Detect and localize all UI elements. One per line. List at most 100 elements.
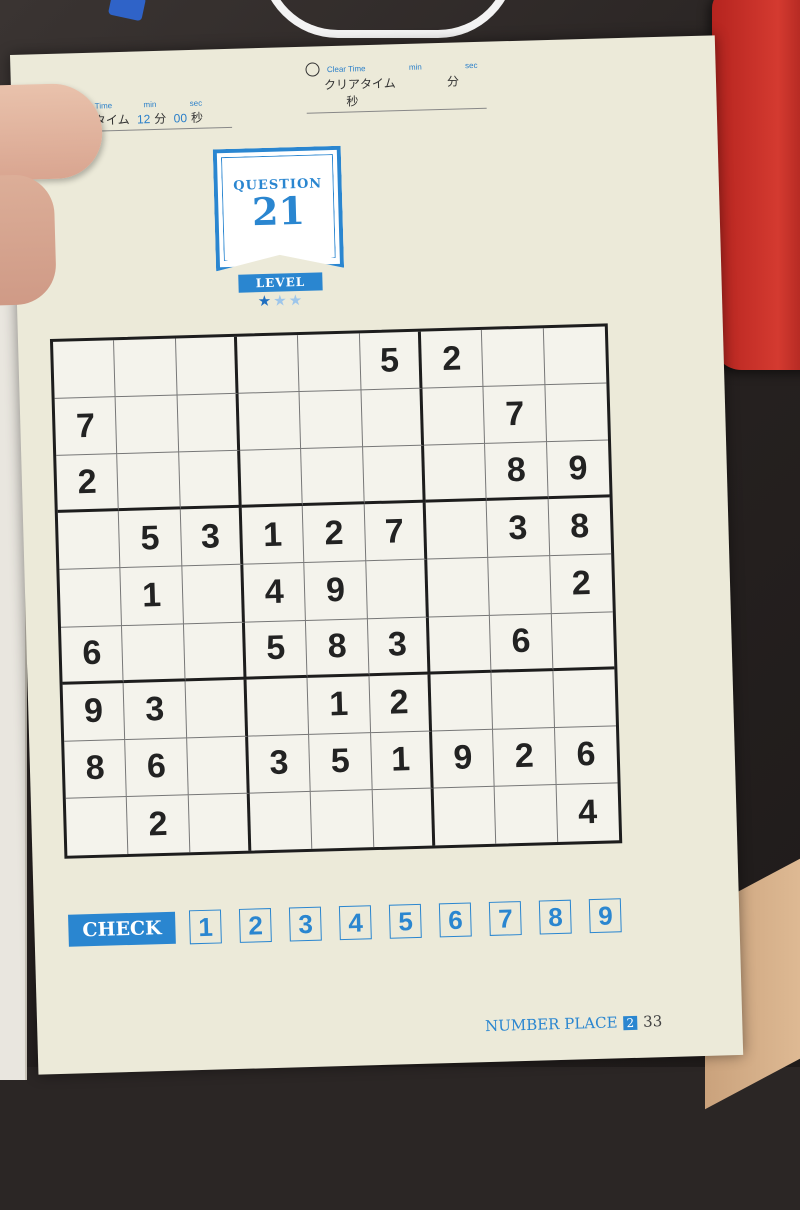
- grid-cell-r2c4[interactable]: [238, 392, 302, 451]
- grid-cell-r3c8: 8: [485, 442, 549, 502]
- grid-cell-r5c3[interactable]: [182, 565, 245, 624]
- check-box-1[interactable]: 1: [189, 909, 223, 945]
- grid-cell-r9c5[interactable]: [311, 790, 374, 849]
- stopwatch-icon: [305, 62, 320, 77]
- grid-cell-r9c1[interactable]: [65, 796, 129, 856]
- grid-cell-r6c6: 3: [367, 617, 431, 676]
- grid-cell-r2c8: 7: [483, 385, 547, 445]
- grid-cell-r2c7[interactable]: [422, 387, 486, 446]
- grid-cell-r1c5[interactable]: [298, 333, 362, 393]
- grid-cell-r9c6[interactable]: [372, 788, 436, 848]
- grid-cell-r6c2[interactable]: [122, 623, 186, 683]
- grid-cell-r1c8[interactable]: [482, 328, 546, 388]
- grid-cell-r7c1: 9: [62, 682, 126, 742]
- grid-cell-r3c7[interactable]: [424, 444, 487, 503]
- grid-cell-r4c8: 3: [486, 499, 550, 559]
- check-box-4[interactable]: 4: [339, 905, 373, 941]
- grid-cell-r4c6: 7: [364, 502, 428, 562]
- grid-cell-r1c3[interactable]: [175, 336, 239, 396]
- grid-cell-r3c2[interactable]: [117, 452, 181, 512]
- star-empty-icon: ★: [273, 292, 289, 310]
- grid-cell-r7c8[interactable]: [491, 670, 555, 730]
- grid-cell-r7c4[interactable]: [246, 677, 310, 737]
- grid-cell-r2c5[interactable]: [299, 390, 363, 450]
- check-box-6[interactable]: 6: [439, 902, 472, 938]
- check-box-8[interactable]: 8: [539, 899, 572, 935]
- grid-cell-r8c4: 3: [248, 734, 312, 794]
- grid-cell-r3c4[interactable]: [240, 449, 304, 509]
- grid-cell-r8c7: 9: [432, 729, 495, 789]
- grid-cell-r4c9: 8: [548, 497, 612, 557]
- grid-cell-r7c9[interactable]: [553, 669, 616, 728]
- star-filled-icon: ★: [257, 292, 274, 311]
- target-time-min-unit-jp: 分: [154, 111, 167, 126]
- grid-cell-r6c4: 5: [244, 620, 308, 680]
- check-box-7[interactable]: 7: [489, 901, 522, 936]
- grid-cell-r8c3[interactable]: [186, 736, 250, 796]
- grid-cell-r3c6[interactable]: [362, 445, 426, 505]
- clear-time-label-jp: クリアタイム: [323, 76, 396, 93]
- grid-cell-r2c2[interactable]: [115, 395, 179, 455]
- check-box-9[interactable]: 9: [588, 898, 622, 934]
- grid-cell-r5c7[interactable]: [427, 558, 491, 618]
- grid-cell-r6c3[interactable]: [183, 622, 247, 682]
- grid-cell-r2c1: 7: [54, 397, 118, 457]
- grid-cell-r5c6[interactable]: [365, 559, 429, 619]
- volume-badge: 2: [623, 1015, 638, 1031]
- grid-cell-r9c3[interactable]: [188, 793, 252, 853]
- puzzle-page: get Time min sec 標タイム 12 分 00 秒 Clear Time…: [0, 35, 744, 1075]
- grid-cell-r8c8: 2: [493, 727, 557, 787]
- grid-cell-r3c9: 9: [546, 440, 610, 500]
- grid-cell-r9c2: 2: [127, 795, 190, 854]
- grid-cell-r4c7[interactable]: [425, 501, 489, 560]
- check-box-5[interactable]: 5: [389, 903, 423, 939]
- grid-cell-r5c1[interactable]: [59, 568, 123, 628]
- grid-cell-r3c5[interactable]: [301, 447, 365, 507]
- page-number: 33: [642, 1012, 663, 1031]
- grid-cell-r9c8[interactable]: [494, 784, 558, 844]
- grid-cell-r9c9: 4: [577, 792, 598, 832]
- thumb: [0, 173, 57, 307]
- grid-cell-r1c7: 2: [420, 329, 484, 389]
- grid-cell-r9c7[interactable]: [433, 786, 497, 846]
- grid-cell-r7c3[interactable]: [185, 679, 249, 739]
- question-shield-inner-border: [221, 154, 336, 261]
- check-box-3[interactable]: 3: [289, 906, 323, 942]
- grid-cell-r8c1: 8: [64, 739, 128, 799]
- grid-cell-r2c9[interactable]: [545, 383, 608, 443]
- clear-time-min-unit-en: min: [408, 62, 422, 72]
- level-stars: ★★★: [217, 290, 345, 312]
- grid-cell-r1c4[interactable]: [236, 335, 300, 394]
- grid-cell-r7c7[interactable]: [430, 672, 494, 732]
- grid-cell-r1c1[interactable]: [53, 340, 116, 399]
- grid-cell-r2c3[interactable]: [177, 393, 241, 453]
- grid-cell-r7c6: 2: [369, 674, 433, 733]
- check-boxes: 123456789: [189, 898, 622, 945]
- check-box-2[interactable]: 2: [239, 908, 273, 943]
- grid-cell-r4c2: 5: [119, 509, 183, 569]
- target-time-min-unit-en: min: [143, 99, 157, 110]
- target-time-sec-unit-jp: 秒: [190, 110, 204, 125]
- question-badge: QUESTION 21 LEVEL ★★★: [213, 146, 345, 312]
- level-ribbon: LEVEL: [238, 272, 323, 293]
- book-title: NUMBER PLACE: [484, 1013, 618, 1036]
- grid-cell-r5c2: 1: [120, 566, 184, 626]
- grid-cell-r5c4: 4: [243, 563, 307, 623]
- grid-cell-r5c8[interactable]: [488, 556, 552, 616]
- red-case: [712, 0, 800, 370]
- grid-cell-r3c3[interactable]: [178, 450, 242, 510]
- grid-cell-r1c2[interactable]: [114, 338, 178, 398]
- grid-cell-r6c8: 6: [490, 613, 554, 673]
- grid-cell-r7c2: 3: [123, 681, 187, 740]
- clear-time: Clear Time min sec クリアタイム 分 秒: [305, 56, 487, 114]
- target-time-min-value: 12: [136, 112, 151, 127]
- grid-cell-r4c5: 2: [303, 504, 366, 564]
- grid-cell-r6c9[interactable]: [551, 611, 615, 671]
- grid-cell-r6c7[interactable]: [428, 615, 492, 675]
- grid-cell-r1c9[interactable]: [543, 326, 607, 386]
- grid-cell-r4c1[interactable]: [57, 511, 121, 571]
- grid-cell-r2c6[interactable]: [361, 388, 425, 448]
- grid-cell-r6c5: 8: [306, 618, 370, 678]
- grid-cell-r9c4[interactable]: [249, 791, 313, 851]
- grid-cell-r1c6: 5: [359, 331, 423, 391]
